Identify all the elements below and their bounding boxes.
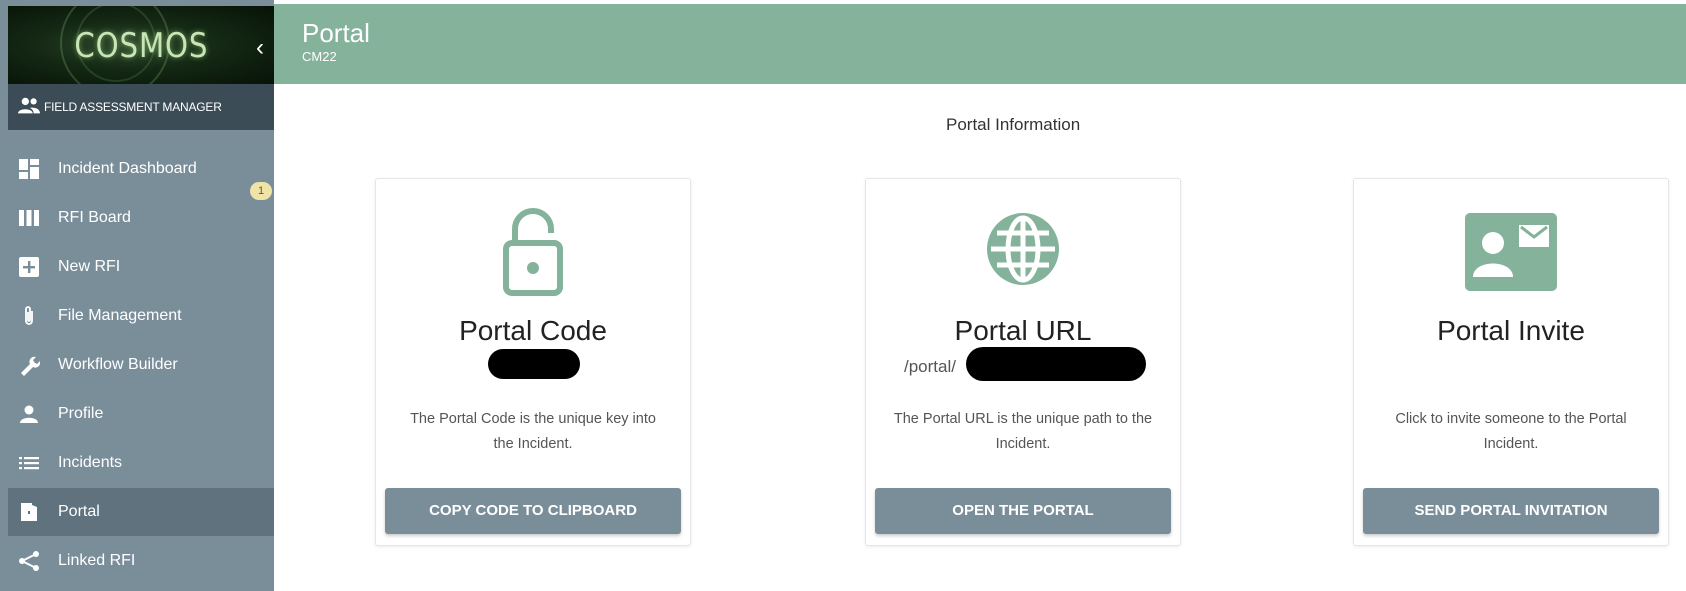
sidebar-item-incidents[interactable]: Incidents [8, 439, 274, 487]
page-title: Portal [302, 18, 370, 48]
redacted-value [966, 347, 1146, 381]
paperclip-icon [25, 306, 33, 325]
send-invitation-button[interactable]: SEND PORTAL INVITATION [1363, 488, 1659, 534]
page-header: Portal CM22 [274, 4, 1686, 84]
group-icon [18, 97, 40, 114]
card-description: The Portal Code is the unique key into t… [410, 411, 656, 452]
dashboard-icon [19, 159, 39, 179]
role-bar: FIELD ASSESSMENT MANAGER [8, 84, 274, 130]
sidebar-item-label: Portal [58, 503, 100, 520]
sidebar-item-label: File Management [58, 307, 182, 324]
door-icon [21, 503, 37, 521]
card-description: The Portal URL is the unique path to the… [893, 411, 1153, 452]
contact-mail-icon [1354, 213, 1668, 291]
card-title: Portal URL [954, 315, 1092, 346]
card-title: Portal Code [459, 315, 607, 346]
sidebar-item-workflow-builder[interactable]: Workflow Builder [8, 341, 274, 389]
copy-code-button[interactable]: COPY CODE TO CLIPBOARD [385, 488, 681, 534]
sidebar-item-portal[interactable]: Portal [8, 488, 274, 536]
sidebar-item-file-management[interactable]: File Management [8, 292, 274, 340]
logo-text: COSMOS [74, 26, 209, 66]
sidebar-item-label: RFI Board [58, 209, 131, 226]
section-title: Portal Information [946, 115, 1081, 134]
sidebar: COSMOS ‹ FIELD ASSESSMENT MANAGER Incide… [0, 0, 274, 591]
cosmos-logo: COSMOS ‹ [8, 6, 274, 84]
portal-invite-card: Portal Invite Click to invite someone to… [1353, 178, 1669, 546]
sidebar-item-incident-dashboard[interactable]: Incident Dashboard [8, 145, 274, 193]
redacted-value [488, 349, 580, 379]
sidebar-item-new-rfi[interactable]: New RFI [8, 243, 274, 291]
card-title: Portal Invite [1437, 315, 1585, 346]
sidebar-item-rfi-board[interactable]: RFI Board [8, 194, 274, 242]
person-icon [20, 405, 38, 423]
card-description: Click to invite someone to the Portal In… [1395, 411, 1627, 452]
open-portal-button[interactable]: OPEN THE PORTAL [875, 488, 1171, 534]
sidebar-item-label: Incidents [58, 454, 123, 471]
sidebar-item-linked-rfi[interactable]: Linked RFI [8, 537, 274, 585]
globe-icon [866, 209, 1180, 289]
list-icon [19, 457, 39, 470]
columns-icon [19, 210, 39, 226]
chevron-left-icon[interactable]: ‹ [246, 34, 274, 62]
sidebar-item-label: Incident Dashboard [58, 160, 197, 177]
plus-box-icon [19, 257, 39, 277]
portal-code-card: Portal Code The Portal Code is the uniqu… [375, 178, 691, 546]
portal-url-prefix: /portal/ [904, 357, 956, 376]
role-label: FIELD ASSESSMENT MANAGER [44, 100, 222, 114]
page-subtitle: CM22 [302, 49, 337, 64]
sidebar-item-profile[interactable]: Profile [8, 390, 274, 438]
wrench-icon [21, 356, 40, 376]
sidebar-item-label: Workflow Builder [58, 356, 178, 373]
sidebar-item-label: New RFI [58, 258, 121, 275]
share-icon [19, 551, 39, 571]
lock-open-icon [376, 207, 690, 297]
sidebar-item-label: Linked RFI [58, 552, 136, 569]
sidebar-item-label: Profile [58, 405, 104, 422]
portal-url-card: Portal URL /portal/ The Portal URL is th… [865, 178, 1181, 546]
